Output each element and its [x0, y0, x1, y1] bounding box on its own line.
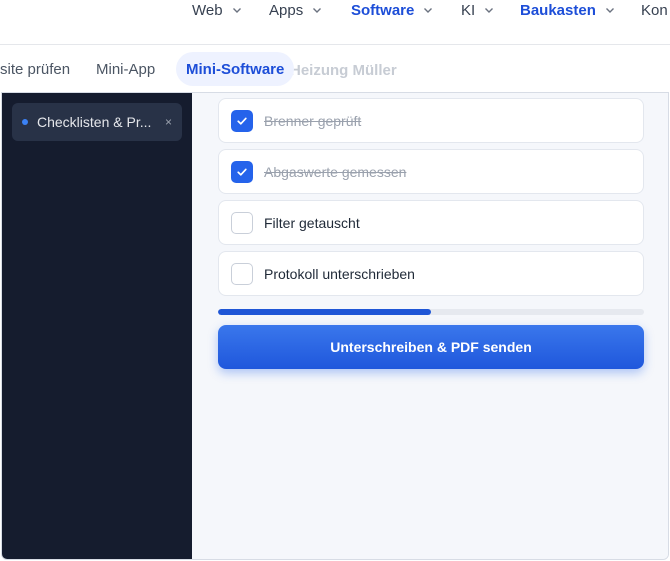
sidebar-item-label: Checklisten & Pr...: [37, 114, 152, 130]
chevron-down-icon: [312, 5, 322, 15]
page-title: Heizung Müller: [290, 62, 397, 79]
tab-label: Mini-App: [96, 60, 156, 78]
sidebar-item-checklisten[interactable]: Checklisten & Pr... ×: [12, 103, 182, 141]
tab-label: Mini-Software: [186, 60, 285, 78]
checklist-item[interactable]: Filter getauscht: [218, 200, 644, 245]
active-dot-icon: [22, 119, 28, 125]
checklist-item-label: Filter getauscht: [264, 214, 360, 231]
close-icon[interactable]: ×: [165, 115, 172, 129]
nav-label: Kon: [641, 1, 668, 19]
checklist-item-label: Abgaswerte gemessen: [264, 163, 407, 180]
checklist-item-label: Protokoll unterschrieben: [264, 265, 415, 282]
nav-item-baukasten[interactable]: Baukasten: [520, 0, 615, 20]
chevron-down-icon: [484, 5, 494, 15]
checkbox[interactable]: [231, 211, 253, 234]
chevron-down-icon: [605, 5, 615, 15]
top-navigation: Web Apps Software KI Baukasten Kon: [0, 0, 670, 44]
nav-item-web[interactable]: Web: [192, 0, 242, 20]
nav-item-ki[interactable]: KI: [461, 0, 494, 20]
nav-label: Baukasten: [520, 1, 596, 19]
nav-item-kon[interactable]: Kon: [641, 0, 668, 20]
sidebar: Checklisten & Pr... ×: [2, 93, 192, 559]
progress-bar: [218, 309, 644, 315]
tab-mini-app[interactable]: Mini-App: [96, 52, 155, 86]
sign-and-send-pdf-button[interactable]: Unterschreiben & PDF senden: [218, 325, 644, 369]
progress-fill: [218, 309, 431, 315]
checkbox[interactable]: [231, 109, 253, 132]
checklist-item-label: Brenner geprüft: [264, 112, 362, 129]
checkmark-icon: [237, 117, 247, 125]
checkbox[interactable]: [231, 160, 253, 183]
nav-label: Software: [351, 1, 415, 19]
checklist-item[interactable]: Protokoll unterschrieben: [218, 251, 644, 296]
checklist-item[interactable]: Brenner geprüft: [218, 98, 644, 143]
checklist-panel: Brenner geprüft Abgaswerte gemessen Filt…: [192, 93, 668, 559]
app-window: Checklisten & Pr... × Brenner geprüft Ab…: [1, 92, 669, 560]
tab-site-pruefen[interactable]: site prüfen: [0, 52, 70, 86]
checkbox[interactable]: [231, 262, 253, 285]
nav-label: KI: [461, 1, 476, 19]
checkmark-icon: [237, 168, 247, 176]
nav-label: Web: [192, 1, 223, 19]
nav-item-apps[interactable]: Apps: [269, 0, 322, 20]
chevron-down-icon: [232, 5, 242, 15]
nav-item-software[interactable]: Software: [351, 0, 433, 20]
chevron-down-icon: [423, 5, 433, 15]
checklist-item[interactable]: Abgaswerte gemessen: [218, 149, 644, 194]
divider: [0, 44, 670, 45]
tab-label: site prüfen: [0, 60, 71, 78]
tab-mini-software[interactable]: Mini-Software: [176, 52, 295, 86]
nav-label: Apps: [269, 1, 304, 19]
